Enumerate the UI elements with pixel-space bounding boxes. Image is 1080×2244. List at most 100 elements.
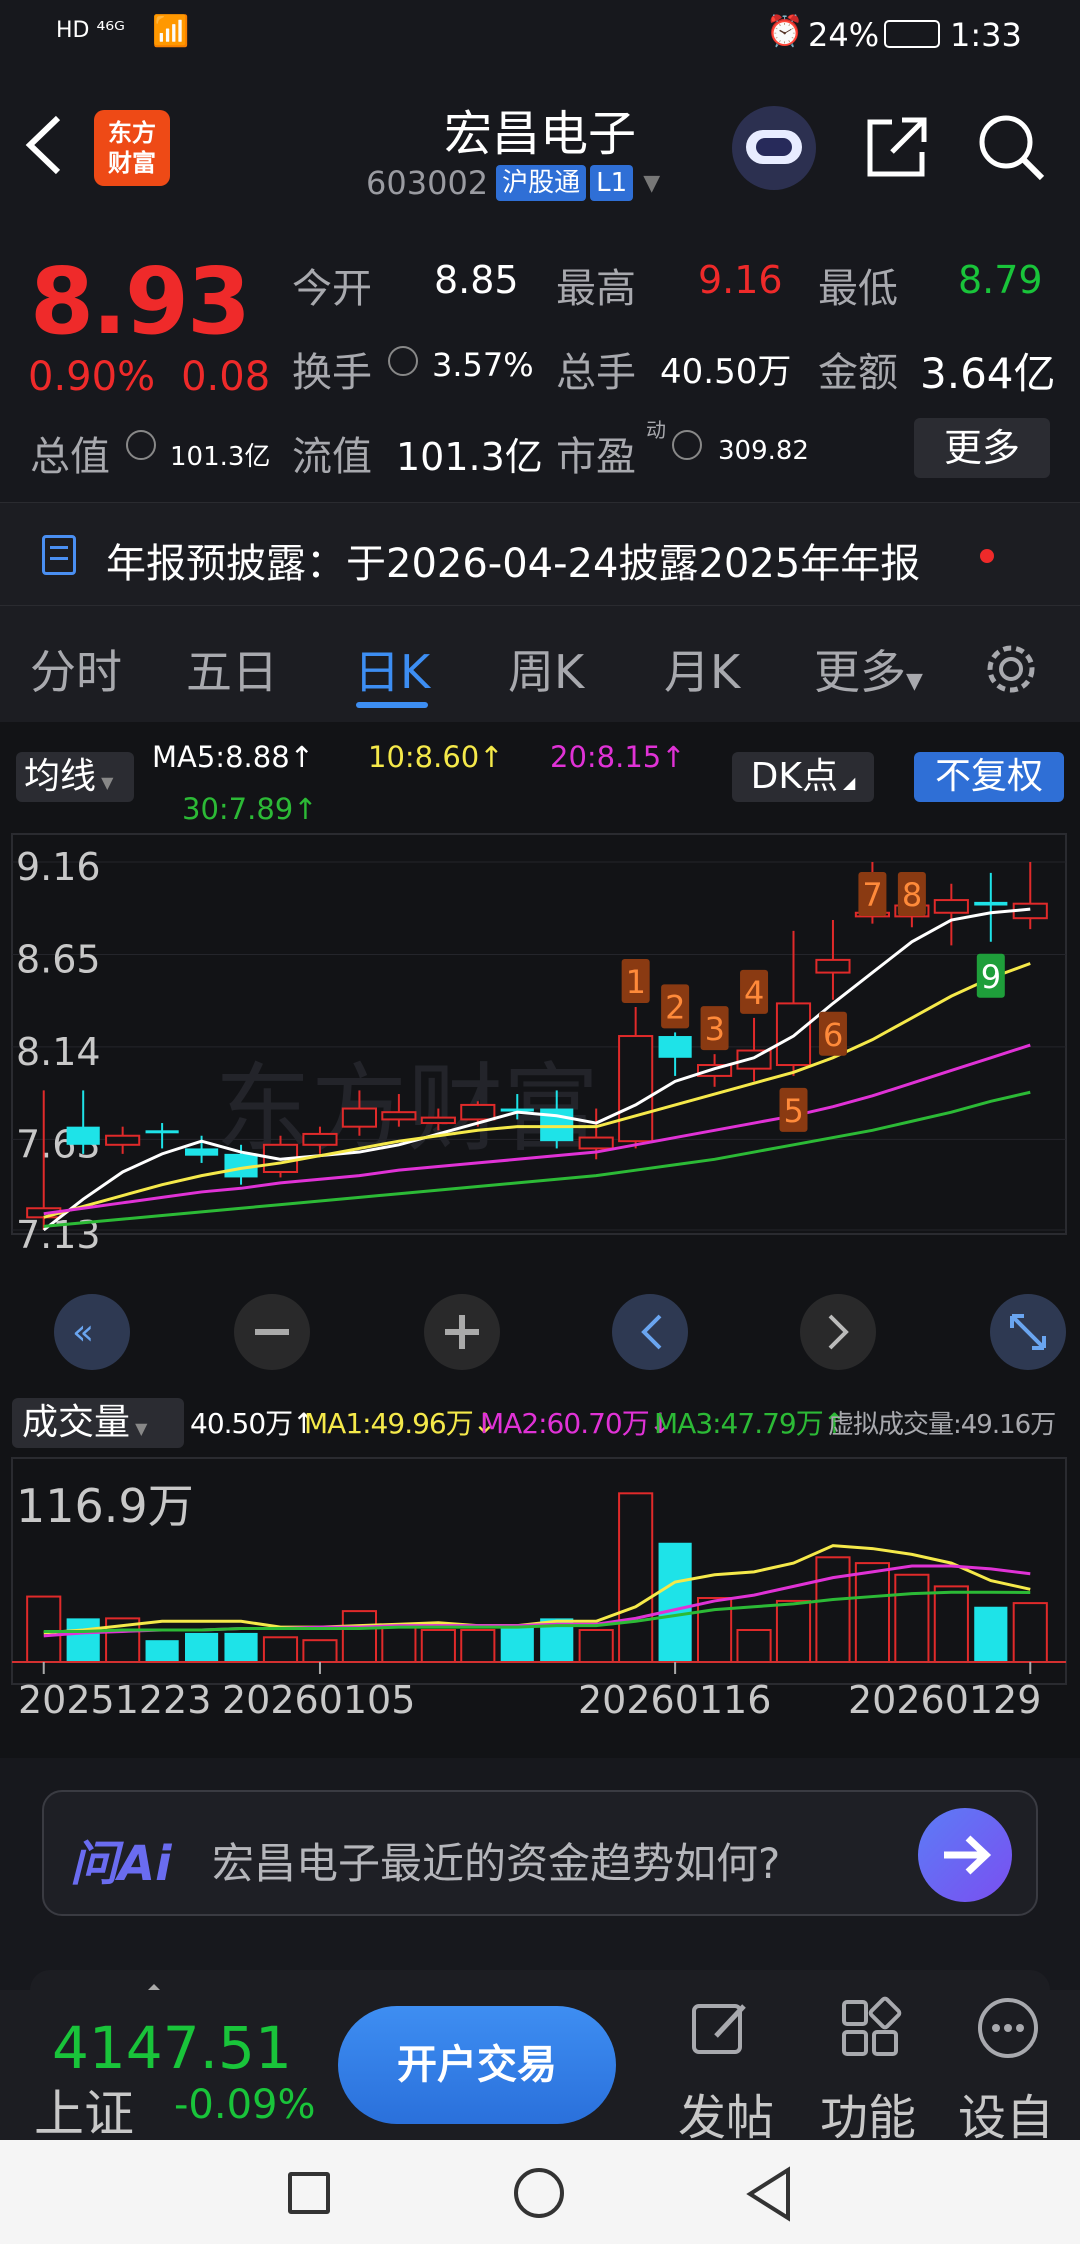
battery-percent: 24% (808, 16, 880, 54)
vol-ma3: MA3:47.79万↑ (654, 1407, 846, 1440)
td-sequence-label: 9 (981, 958, 1001, 996)
date-label: 20260116 (578, 1678, 772, 1722)
open-label: 今开 (292, 266, 372, 312)
volume-bar (933, 1585, 969, 1664)
ai-question-bar[interactable]: 问Ai 宏昌电子最近的资金趋势如何? (42, 1790, 1038, 1916)
tab-monthly-k[interactable]: 月K (664, 636, 740, 702)
logo-line1: 东方 (108, 119, 156, 147)
open-account-trade-button[interactable]: 开户交易 (338, 2006, 616, 2124)
volume-bar (500, 1625, 534, 1662)
tab-weekly-k[interactable]: 周K (508, 636, 584, 702)
system-nav-bar (0, 2140, 1080, 2244)
volume-max-label: 116.9万 (16, 1479, 194, 1533)
home-icon[interactable] (514, 2168, 564, 2218)
recents-icon[interactable] (288, 2172, 330, 2214)
volume-bar (815, 1556, 851, 1663)
float-label: 流值 (292, 434, 372, 480)
td-sequence-label: 7 (862, 876, 882, 914)
low-label: 最低 (818, 266, 898, 312)
date-label: 20260129 (848, 1678, 1042, 1722)
tab-daily-k[interactable]: 日K (354, 636, 430, 702)
chart-nav-controls[interactable]: « (54, 1294, 1066, 1370)
volume-bar (974, 1606, 1008, 1662)
volume-bar (420, 1629, 456, 1663)
notice-bar[interactable]: 年报预披露：于2026-04-24披露2025年年报 (0, 502, 1080, 606)
volume-bar (381, 1626, 417, 1664)
candle-body (933, 899, 969, 914)
pe-superscript: 动 (646, 418, 666, 442)
y-tick-label: 8.14 (16, 1030, 101, 1074)
open-value: 8.85 (434, 258, 519, 302)
unread-dot (980, 549, 994, 563)
share-icon[interactable] (862, 112, 932, 186)
index-value[interactable]: 4147.51 (52, 2014, 292, 2082)
vol-selector-label: 成交量 (22, 1402, 131, 1443)
volume-bar (894, 1573, 930, 1663)
float-value: 101.3亿 (396, 435, 543, 479)
prev-button (612, 1294, 688, 1370)
logo-line2: 财富 (108, 149, 156, 177)
candle-body (974, 901, 1008, 906)
info-icon[interactable] (388, 346, 418, 376)
tab-5day[interactable]: 五日 (186, 636, 278, 702)
candle-body (145, 1130, 179, 1134)
turnover-label: 换手 (292, 350, 372, 396)
volume-bar (775, 1599, 812, 1664)
volume-bar (341, 1610, 377, 1664)
volume-bar (618, 1492, 654, 1664)
price-change: 0.90% 0.08 (28, 354, 270, 400)
stock-name: 宏昌电子 (443, 106, 636, 162)
high-label: 最高 (556, 266, 636, 312)
info-icon[interactable] (126, 430, 156, 460)
robot-assistant-icon[interactable] (732, 106, 816, 190)
connect-tag: 沪股通 (496, 165, 587, 201)
active-tab-indicator (356, 702, 428, 708)
td-sequence-label: 2 (665, 988, 685, 1026)
edit-icon[interactable] (688, 1996, 752, 2064)
gear-icon[interactable] (982, 640, 1040, 702)
volume-indicator-selector[interactable]: 成交量 ▼ (12, 1398, 184, 1448)
candle-body (815, 958, 851, 974)
volume-bar (26, 1595, 62, 1663)
td-sequence-label: 8 (902, 876, 922, 914)
tab-more-label: 更多 (814, 645, 906, 699)
plus-icon (459, 1315, 465, 1349)
kline-svg[interactable]: 东方财富 9.168.658.147.637.13 1234567 89 « (0, 722, 1080, 1758)
volume-bar (262, 1636, 299, 1663)
app-logo[interactable]: 东方 财富 (94, 110, 170, 186)
function-button[interactable]: 功能 (820, 2078, 916, 2148)
td-sequence-label: 1 (626, 963, 646, 1001)
tab-more[interactable]: 更多▼ (814, 636, 923, 702)
post-button[interactable]: 发帖 (678, 2078, 774, 2148)
settings-button[interactable]: 设自 (958, 2078, 1054, 2148)
vol-value: 40.50万↑ (190, 1407, 316, 1440)
clock: 1:33 (950, 16, 1022, 54)
back-nav-icon[interactable] (744, 2166, 794, 2226)
volume-bar (658, 1542, 692, 1662)
amount-value: 3.64亿 (920, 349, 1056, 398)
index-name[interactable]: 上证 (34, 2074, 134, 2146)
low-value: 8.79 (958, 258, 1043, 302)
candle-body (460, 1103, 496, 1121)
vol-ma1: MA1:49.96万↓ (304, 1407, 496, 1440)
minus-icon (255, 1329, 289, 1335)
candle-body (185, 1148, 219, 1156)
search-icon[interactable] (974, 110, 1048, 188)
tab-intraday[interactable]: 分时 (30, 636, 122, 702)
volume-bar (1012, 1602, 1048, 1664)
quote-panel: 8.93 0.90% 0.08 今开 8.85 最高 9.16 最低 8.79 … (0, 222, 1080, 502)
grid-icon[interactable] (838, 1996, 902, 2064)
stock-code-row[interactable]: 603002 沪股通 L1 ▼ (366, 164, 660, 202)
more-dots-icon[interactable] (976, 1996, 1040, 2064)
document-icon (42, 535, 76, 575)
back-button[interactable] (20, 110, 80, 180)
candle-body (578, 1136, 614, 1150)
caret-down-icon: ▼ (643, 170, 661, 196)
ai-send-button[interactable] (918, 1808, 1012, 1902)
stock-header: 东方 财富 宏昌电子 603002 沪股通 L1 ▼ (0, 72, 1080, 222)
volume-bar (185, 1632, 219, 1662)
turnover-value: 3.57% (432, 346, 534, 384)
more-quote-button[interactable]: 更多 (914, 418, 1050, 478)
info-icon[interactable] (672, 430, 702, 460)
index-change: -0.09% (174, 2082, 316, 2128)
